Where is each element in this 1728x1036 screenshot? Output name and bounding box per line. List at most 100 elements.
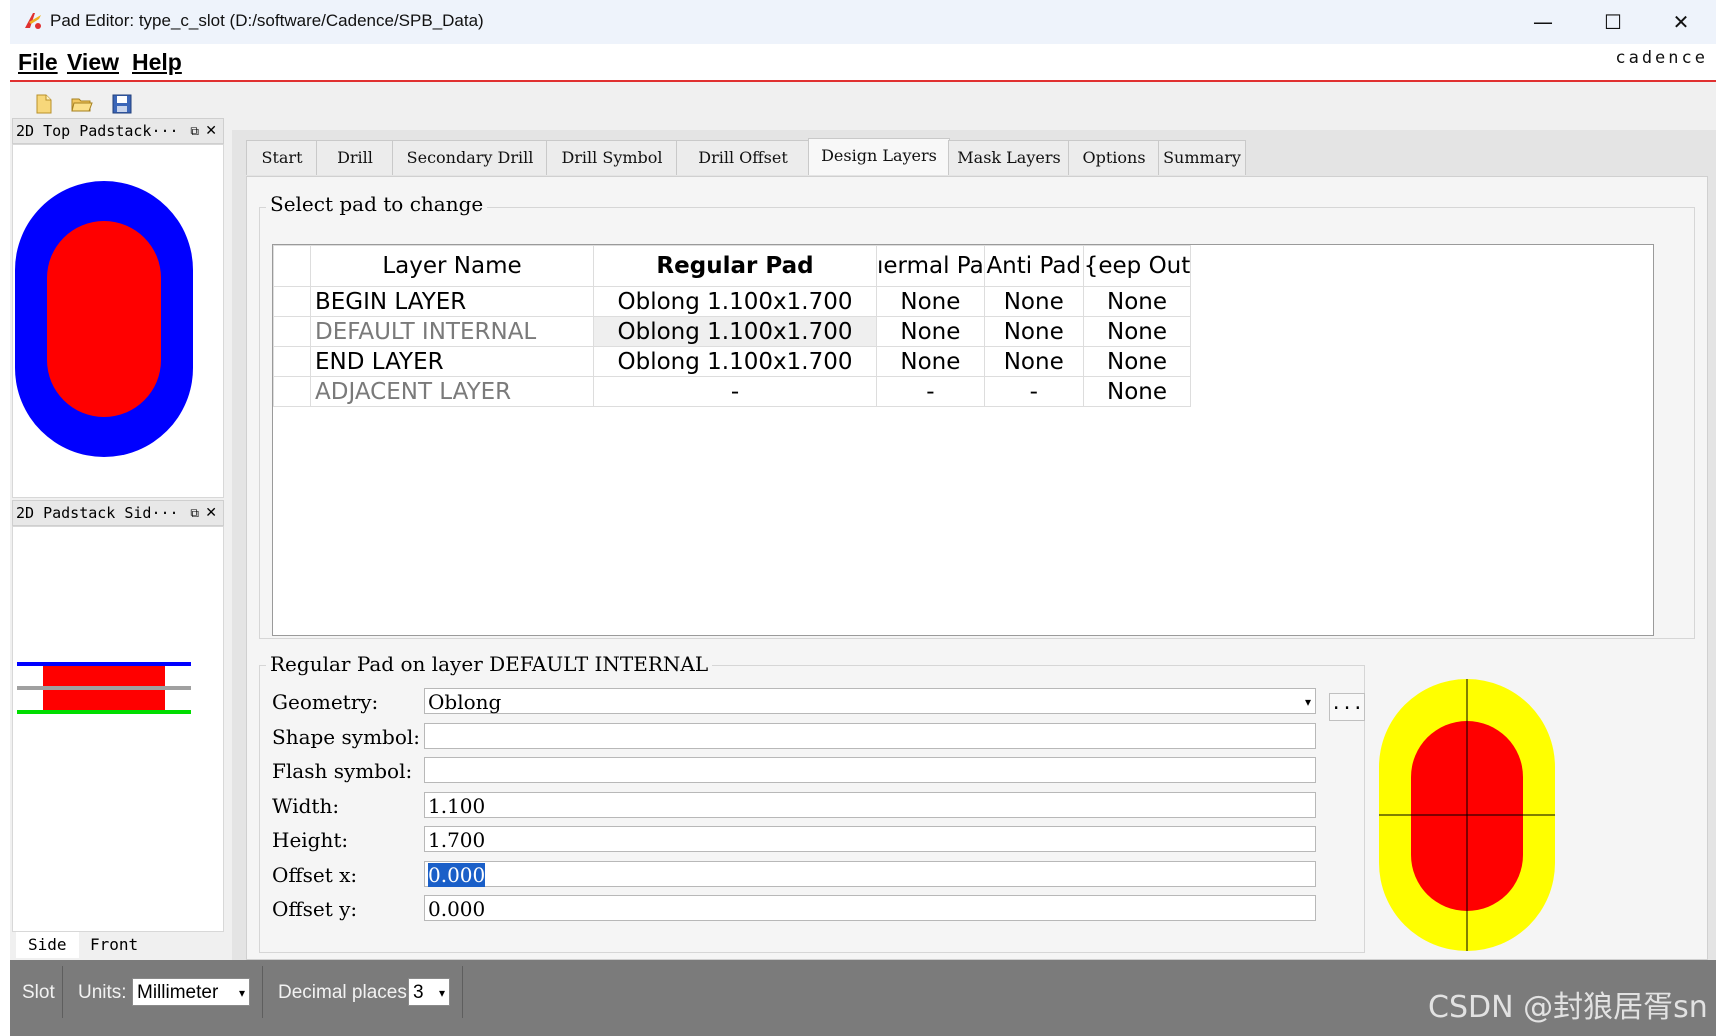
flash-symbol-label: Flash symbol: (272, 759, 413, 783)
float-icon[interactable]: ⧉ (190, 501, 199, 525)
menu-view[interactable]: View (67, 49, 119, 76)
dock-2d-top-label: 2D Top Padstack··· (16, 122, 179, 140)
tab-mask-layers[interactable]: Mask Layers (948, 140, 1070, 175)
menu-bar: File View Help cadence (10, 44, 1716, 82)
select-pad-group: Select pad to change Layer Name Regular … (259, 192, 1695, 639)
col-keep-out[interactable]: {eep Out (1082, 245, 1192, 287)
pad-layer-table: Layer Name Regular Pad ıermal Pa Anti Pa… (272, 244, 1654, 636)
tab-drill-offset[interactable]: Drill Offset (676, 140, 810, 175)
open-folder-icon[interactable] (70, 92, 94, 116)
tab-drill[interactable]: Drill (316, 140, 394, 175)
float-icon[interactable]: ⧉ (190, 119, 199, 143)
dock-2d-top-view (12, 144, 224, 498)
close-button[interactable]: ✕ (1646, 0, 1716, 44)
tab-secondary-drill[interactable]: Secondary Drill (392, 140, 548, 175)
keep-out-cell[interactable]: None (1082, 376, 1192, 407)
anti-pad-cell[interactable]: None (983, 286, 1084, 317)
table-row[interactable]: END LAYER Oblong 1.100x1.700 None None N… (273, 346, 1192, 377)
table-row[interactable]: DEFAULT INTERNAL Oblong 1.100x1.700 None… (273, 316, 1192, 347)
thermal-pad-cell[interactable]: None (876, 346, 985, 377)
layer-name-cell[interactable]: END LAYER (310, 346, 594, 377)
top-layer-line (17, 662, 191, 666)
cadence-app-icon (25, 13, 41, 29)
chevron-down-icon: ▾ (1304, 695, 1311, 709)
design-layers-content: Select pad to change Layer Name Regular … (246, 176, 1708, 960)
units-value: Millimeter (137, 982, 219, 1003)
anti-pad-cell[interactable]: - (983, 376, 1084, 407)
geometry-label: Geometry: (272, 690, 379, 714)
thermal-pad-cell[interactable]: - (876, 376, 985, 407)
tab-design-layers[interactable]: Design Layers (808, 138, 950, 175)
regular-pad-cell-selected[interactable]: Oblong 1.100x1.700 (593, 316, 877, 347)
height-label: Height: (272, 828, 349, 852)
thermal-pad-cell[interactable]: None (876, 316, 985, 347)
flash-symbol-input[interactable] (424, 757, 1316, 783)
layer-name-cell[interactable]: DEFAULT INTERNAL (310, 316, 594, 347)
status-separator (62, 966, 63, 1018)
keep-out-cell[interactable]: None (1082, 346, 1192, 377)
tab-start[interactable]: Start (246, 140, 318, 175)
side-view-tabs: Side Front (12, 932, 222, 958)
row-header (273, 346, 311, 377)
minimize-button[interactable]: — (1508, 0, 1578, 44)
keep-out-cell[interactable]: None (1082, 286, 1192, 317)
menu-file[interactable]: File (18, 49, 58, 76)
close-icon[interactable]: ✕ (205, 119, 217, 143)
watermark-text: CSDN @封狼居胥sn (1428, 990, 1708, 1025)
regular-pad-cell[interactable]: - (593, 376, 877, 407)
new-file-icon[interactable] (32, 92, 56, 116)
layer-name-cell[interactable]: ADJACENT LAYER (310, 376, 594, 407)
regular-pad-cell[interactable]: Oblong 1.100x1.700 (593, 286, 877, 317)
pad-inner-red (47, 221, 161, 417)
menu-help-label: Help (132, 49, 182, 75)
decimal-places-value: 3 (413, 982, 424, 1003)
select-pad-title: Select pad to change (266, 192, 488, 216)
thermal-pad-cell[interactable]: None (876, 286, 985, 317)
title-bar: Pad Editor: type_c_slot (D:/software/Cad… (10, 0, 1716, 44)
regular-pad-cell[interactable]: Oblong 1.100x1.700 (593, 346, 877, 377)
row-header (273, 316, 311, 347)
tab-drill-symbol[interactable]: Drill Symbol (546, 140, 678, 175)
offset-y-input[interactable]: 0.000 (424, 895, 1316, 921)
status-separator (462, 966, 463, 1018)
col-anti-pad[interactable]: Anti Pad (983, 245, 1084, 287)
row-header (273, 286, 311, 317)
menu-help[interactable]: Help (132, 49, 182, 76)
col-regular-pad[interactable]: Regular Pad (593, 245, 877, 287)
anti-pad-cell[interactable]: None (983, 316, 1084, 347)
menu-file-label: File (18, 49, 58, 75)
close-icon[interactable]: ✕ (205, 501, 217, 525)
dock-2d-side-label: 2D Padstack Sid··· (16, 504, 179, 522)
geometry-select[interactable]: Oblong ▾ (424, 688, 1316, 714)
detail-title: Regular Pad on layer DEFAULT INTERNAL (266, 652, 713, 676)
units-select[interactable]: Millimeter ▾ (132, 978, 250, 1006)
decimal-places-label: Decimal places: (278, 982, 413, 1003)
offset-x-value: 0.000 (428, 863, 486, 887)
height-input[interactable]: 1.700 (424, 826, 1316, 852)
dock-2d-side-view (12, 526, 224, 932)
offset-x-input[interactable]: 0.000 (424, 861, 1316, 887)
regular-pad-detail-group: Regular Pad on layer DEFAULT INTERNAL Ge… (259, 652, 1365, 953)
col-thermal-pad[interactable]: ıermal Pa (876, 245, 985, 287)
keep-out-cell[interactable]: None (1082, 316, 1192, 347)
shape-symbol-input[interactable] (424, 723, 1316, 749)
main-panel: Start Drill Secondary Drill Drill Symbol… (232, 130, 1716, 960)
browse-shape-button[interactable]: ... (1329, 693, 1365, 721)
width-input[interactable]: 1.100 (424, 792, 1316, 818)
layer-name-cell[interactable]: BEGIN LAYER (310, 286, 594, 317)
table-row[interactable]: ADJACENT LAYER - - - None (273, 376, 1192, 407)
tab-summary[interactable]: Summary (1158, 140, 1246, 175)
mode-label: Slot (22, 982, 55, 1003)
col-layer-name[interactable]: Layer Name (310, 245, 594, 287)
table-row[interactable]: BEGIN LAYER Oblong 1.100x1.700 None None… (273, 286, 1192, 317)
tab-side[interactable]: Side (16, 932, 79, 958)
anti-pad-cell[interactable]: None (983, 346, 1084, 377)
maximize-button[interactable]: ☐ (1578, 0, 1648, 44)
decimal-places-select[interactable]: 3 ▾ (408, 978, 450, 1006)
side-padstack-preview (17, 662, 191, 714)
tab-front[interactable]: Front (78, 932, 150, 958)
width-label: Width: (272, 794, 340, 818)
row-header (273, 376, 311, 407)
save-icon[interactable] (110, 92, 134, 116)
tab-options[interactable]: Options (1068, 140, 1160, 175)
